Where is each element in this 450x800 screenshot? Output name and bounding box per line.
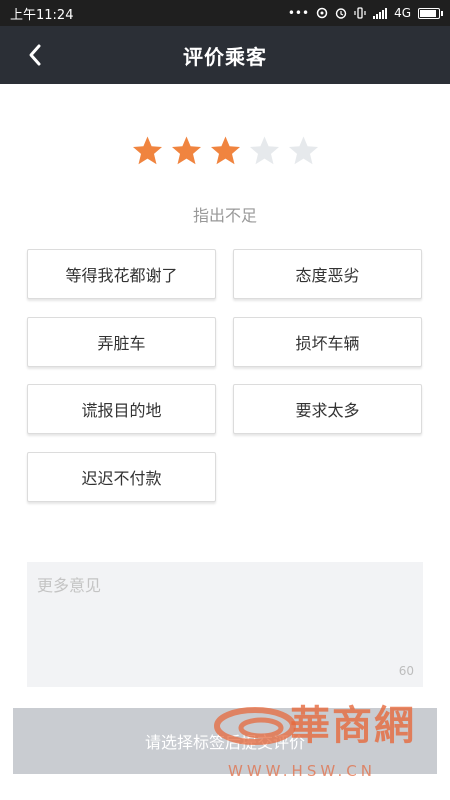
chevron-left-icon [29,44,41,66]
header: 评价乘客 [0,26,450,84]
network-type: 4G [394,6,411,20]
alarm-icon [335,8,347,19]
rating-label: 指出不足 [192,206,257,225]
star-filled-icon[interactable] [131,135,164,168]
star-empty-icon[interactable] [248,135,281,168]
status-time: 上午11:24 [10,7,74,23]
page-title: 评价乘客 [183,44,267,69]
tag-button[interactable]: 要求太多 [233,384,422,434]
star-filled-icon[interactable] [170,135,203,168]
signal-icon [373,7,388,19]
tag-button[interactable]: 态度恶劣 [233,249,422,299]
comment-input[interactable] [27,562,423,687]
star-rating [0,135,450,168]
char-count: 60 [398,664,414,678]
back-button[interactable] [18,38,52,72]
sync-icon [316,7,328,19]
star-filled-icon[interactable] [209,135,242,168]
more-dots-icon: ••• [287,6,310,20]
star-empty-icon[interactable] [287,135,320,168]
vibrate-icon [354,7,366,19]
battery-icon [418,7,443,19]
tag-button[interactable]: 迟迟不付款 [27,452,216,502]
tag-button[interactable]: 等得我花都谢了 [27,249,216,299]
submit-button[interactable]: 请选择标签后提交评价 [13,708,437,774]
status-bar: 上午11:24 ••• 4G [0,0,450,26]
tag-button[interactable]: 弄脏车 [27,317,216,367]
tag-button[interactable]: 谎报目的地 [27,384,216,434]
tag-button[interactable]: 损坏车辆 [233,317,422,367]
status-icons: ••• 4G [287,6,443,20]
